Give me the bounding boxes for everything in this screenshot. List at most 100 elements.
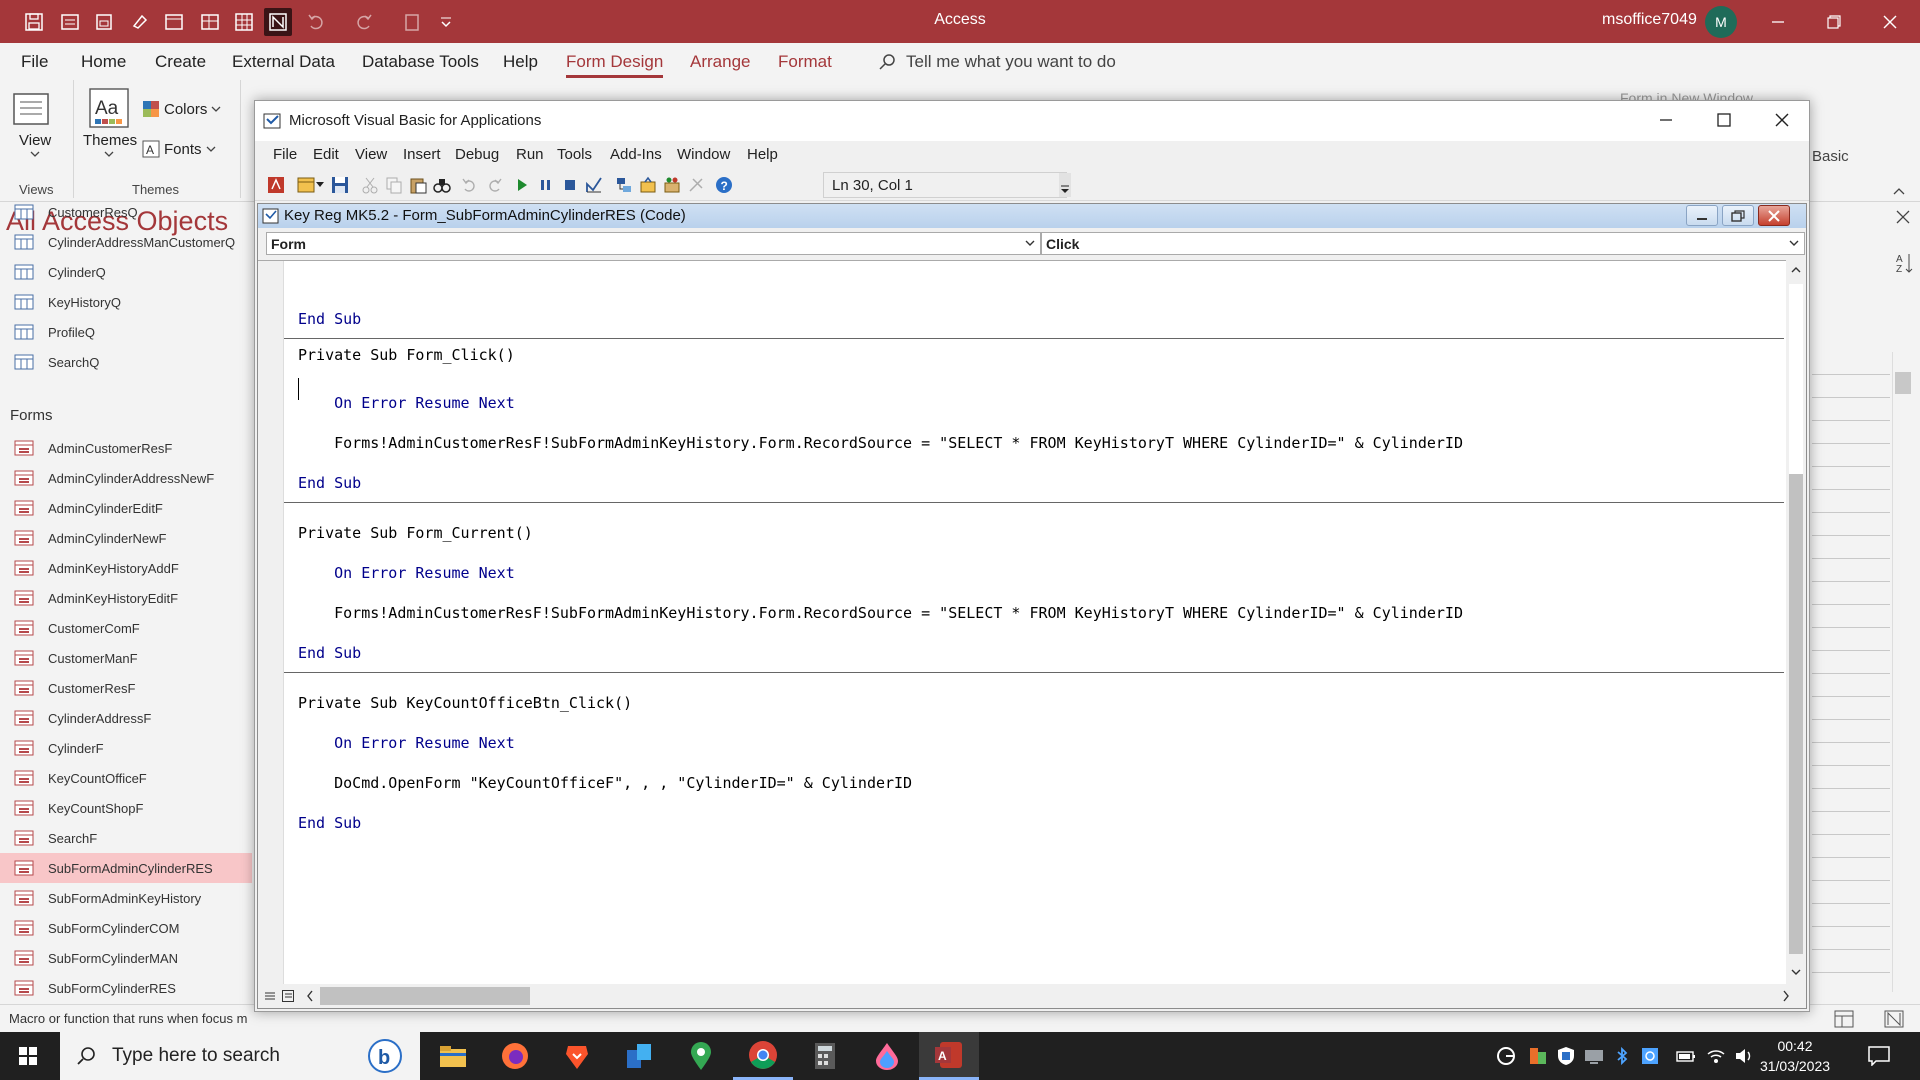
vertical-scrollbar[interactable] [1786, 260, 1806, 984]
battery-icon[interactable] [1676, 1046, 1696, 1066]
minimize-icon[interactable] [1686, 205, 1718, 226]
menu-tools[interactable]: Tools [557, 146, 592, 163]
toolbox-icon[interactable] [687, 176, 705, 194]
close-icon[interactable] [1896, 210, 1910, 224]
full-module-view-icon[interactable] [282, 990, 294, 1002]
code-margin[interactable] [258, 261, 284, 984]
menu-help[interactable]: Help [747, 146, 778, 163]
office-tray-icon[interactable] [1528, 1046, 1548, 1066]
find-icon[interactable] [433, 176, 451, 194]
tab-home[interactable]: Home [81, 52, 126, 72]
nav-item-form[interactable]: KeyCountOfficeF [0, 763, 252, 793]
user-name[interactable]: msoffice7049 [1602, 11, 1697, 29]
chevron-down-icon[interactable] [315, 176, 327, 194]
restore-icon[interactable] [1722, 205, 1754, 226]
code-line-10[interactable]: Private Sub KeyCountOfficeBtn_Click() [298, 694, 632, 712]
tab-form-design[interactable]: Form Design [566, 52, 664, 78]
nav-item-query[interactable]: KeyHistoryQ [0, 287, 252, 317]
access-taskbar-icon[interactable]: A [919, 1032, 979, 1080]
code-line-9[interactable]: End Sub [298, 644, 361, 662]
menu-file[interactable]: File [273, 146, 297, 163]
minimize-icon[interactable] [1659, 113, 1673, 127]
view-button-label[interactable]: View [19, 132, 51, 149]
nav-item-form[interactable]: SearchF [0, 823, 252, 853]
chevron-down-icon[interactable] [30, 150, 40, 158]
cut-icon[interactable] [361, 176, 379, 194]
maximize-icon[interactable] [1717, 113, 1731, 127]
scroll-down-icon[interactable] [1791, 968, 1801, 976]
nav-item-query[interactable]: CustomerResQ [0, 197, 252, 227]
colors-button[interactable]: Colors [142, 100, 221, 118]
nav-item-form[interactable]: CylinderF [0, 733, 252, 763]
tab-help[interactable]: Help [503, 52, 538, 72]
redo-icon[interactable] [485, 176, 503, 194]
reset-icon[interactable] [561, 176, 579, 194]
nav-item-form[interactable]: SubFormCylinderCOM [0, 913, 252, 943]
nav-item-query[interactable]: SearchQ [0, 347, 252, 377]
code-editor[interactable]: End Sub Private Sub Form_Click() On Erro… [258, 260, 1786, 984]
object-browser-icon[interactable] [663, 176, 681, 194]
design-mode-icon[interactable] [585, 176, 603, 194]
menu-add-ins[interactable]: Add-Ins [610, 146, 662, 163]
minimize-icon[interactable] [1750, 0, 1806, 43]
paste-icon[interactable] [409, 176, 427, 194]
themes-button-label[interactable]: Themes [83, 132, 137, 149]
firefox-icon[interactable] [485, 1032, 545, 1080]
scroll-thumb[interactable] [1895, 372, 1911, 394]
run-icon[interactable] [513, 176, 531, 194]
nav-item-form[interactable]: AdminCylinderNewF [0, 523, 252, 553]
code-line-12[interactable]: DoCmd.OpenForm "KeyCountOfficeF", , , "C… [298, 774, 912, 792]
nav-item-form[interactable]: AdminKeyHistoryAddF [0, 553, 252, 583]
tab-file[interactable]: File [21, 52, 48, 72]
avatar[interactable]: M [1705, 6, 1737, 38]
start-icon[interactable] [0, 1032, 56, 1080]
nav-item-query[interactable]: CylinderAddressManCustomerQ [0, 227, 252, 257]
google-icon[interactable] [1496, 1046, 1516, 1066]
menu-run[interactable]: Run [516, 146, 544, 163]
scroll-up-icon[interactable] [1791, 266, 1801, 274]
nav-group-forms[interactable]: Forms [10, 407, 53, 424]
clock[interactable]: 00:42 31/03/2023 [1755, 1036, 1835, 1076]
fonts-button[interactable]: A Fonts [142, 140, 216, 158]
scrollbar[interactable] [1892, 352, 1912, 992]
insert-module-icon[interactable] [297, 176, 315, 194]
menu-view[interactable]: View [355, 146, 387, 163]
tab-database-tools[interactable]: Database Tools [362, 52, 479, 72]
volume-icon[interactable] [1734, 1046, 1754, 1066]
menu-edit[interactable]: Edit [313, 146, 339, 163]
close-icon[interactable] [1775, 113, 1789, 127]
themes-icon[interactable]: Aa [89, 88, 129, 128]
display-icon[interactable] [1584, 1046, 1604, 1066]
save-icon[interactable] [331, 176, 349, 194]
network-adapter-icon[interactable] [1640, 1046, 1660, 1066]
break-icon[interactable] [537, 176, 555, 194]
tab-create[interactable]: Create [155, 52, 206, 72]
code-line-5[interactable]: End Sub [298, 474, 361, 492]
nav-item-form[interactable]: CylinderAddressF [0, 703, 252, 733]
code-line-3[interactable]: On Error Resume Next [298, 394, 515, 412]
close-icon[interactable] [1758, 205, 1790, 226]
toolbar-options-icon[interactable] [1059, 173, 1071, 197]
taskbar-search[interactable]: Type here to search b [60, 1032, 420, 1080]
menu-debug[interactable]: Debug [455, 146, 499, 163]
code-line-2[interactable]: Private Sub Form_Click() [298, 346, 515, 364]
scroll-thumb[interactable] [1789, 474, 1803, 954]
nav-item-form[interactable]: AdminCylinderAddressNewF [0, 463, 252, 493]
scroll-track[interactable] [1789, 284, 1803, 474]
form-view-icon[interactable] [1834, 1010, 1854, 1028]
file-explorer-icon[interactable] [423, 1032, 483, 1080]
menu-insert[interactable]: Insert [403, 146, 441, 163]
code-line-11[interactable]: On Error Resume Next [298, 734, 515, 752]
nav-item-form[interactable]: SubFormAdminKeyHistory [0, 883, 252, 913]
close-icon[interactable] [1862, 0, 1918, 43]
code-line-4[interactable]: Forms!AdminCustomerResF!SubFormAdminKeyH… [298, 434, 1463, 452]
undo-icon[interactable] [461, 176, 479, 194]
nav-item-query[interactable]: ProfileQ [0, 317, 252, 347]
nav-item-form[interactable]: SubFormCylinderRES [0, 973, 252, 1003]
code-line-1[interactable]: End Sub [298, 310, 361, 328]
chrome-icon[interactable] [733, 1032, 793, 1080]
menu-window[interactable]: Window [677, 146, 730, 163]
view-icon[interactable] [12, 92, 60, 128]
tell-me-search[interactable]: Tell me what you want to do [878, 52, 1116, 72]
procedure-view-icon[interactable] [264, 990, 276, 1002]
